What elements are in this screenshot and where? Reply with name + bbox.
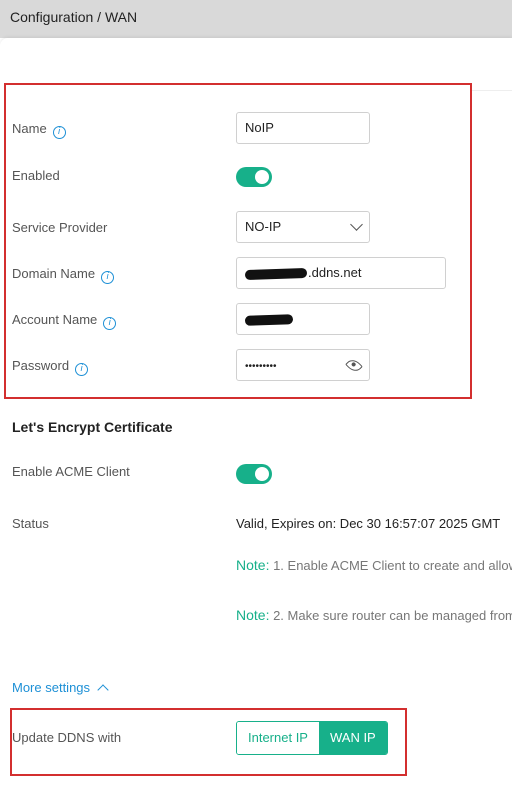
redacted-text bbox=[244, 313, 294, 326]
top-bar: Configuration / WAN bbox=[0, 0, 512, 38]
internet-ip-option[interactable]: Internet IP bbox=[237, 722, 319, 754]
acme-toggle[interactable] bbox=[236, 464, 272, 484]
toggle-knob bbox=[255, 467, 269, 481]
section-title: Let's Encrypt Certificate bbox=[12, 419, 173, 435]
info-icon[interactable]: i bbox=[103, 317, 117, 330]
update-ddns-segmented: Internet IP WAN IP bbox=[236, 721, 388, 755]
page-breadcrumb: Configuration / WAN bbox=[10, 9, 138, 25]
enabled-label: Enabled bbox=[12, 168, 60, 183]
info-icon[interactable]: i bbox=[52, 126, 66, 139]
eye-icon[interactable] bbox=[345, 356, 363, 375]
account-name-input[interactable] bbox=[236, 303, 370, 335]
name-label: Name i bbox=[12, 121, 66, 139]
note-1: Note: 1. Enable ACME Client to create an… bbox=[236, 557, 512, 573]
domain-name-label: Domain Name i bbox=[12, 266, 115, 284]
update-ddns-label: Update DDNS with bbox=[12, 730, 122, 745]
account-name-label: Account Name i bbox=[12, 312, 117, 330]
more-settings-link[interactable]: More settings bbox=[12, 680, 109, 696]
acme-label: Enable ACME Client bbox=[12, 464, 130, 479]
chevron-down-icon bbox=[350, 218, 363, 231]
info-icon[interactable]: i bbox=[101, 271, 115, 284]
chevron-up-icon bbox=[97, 684, 109, 696]
service-provider-label: Service Provider bbox=[12, 220, 108, 235]
redacted-text bbox=[244, 267, 308, 280]
wan-ip-option[interactable]: WAN IP bbox=[318, 722, 387, 754]
enabled-toggle[interactable] bbox=[236, 167, 272, 187]
note-2: Note: 2. Make sure router can be managed… bbox=[236, 607, 512, 623]
status-label: Status bbox=[12, 516, 49, 531]
divider bbox=[470, 90, 512, 91]
info-icon[interactable]: i bbox=[75, 363, 89, 376]
name-input[interactable]: NoIP bbox=[236, 112, 370, 144]
password-label: Password i bbox=[12, 358, 89, 376]
status-value: Valid, Expires on: Dec 30 16:57:07 2025 … bbox=[236, 516, 501, 531]
service-provider-select[interactable]: NO-IP bbox=[236, 211, 370, 243]
toggle-knob bbox=[255, 170, 269, 184]
domain-name-input[interactable]: .ddns.net bbox=[236, 257, 446, 289]
password-input[interactable]: ••••••••• bbox=[236, 349, 370, 381]
